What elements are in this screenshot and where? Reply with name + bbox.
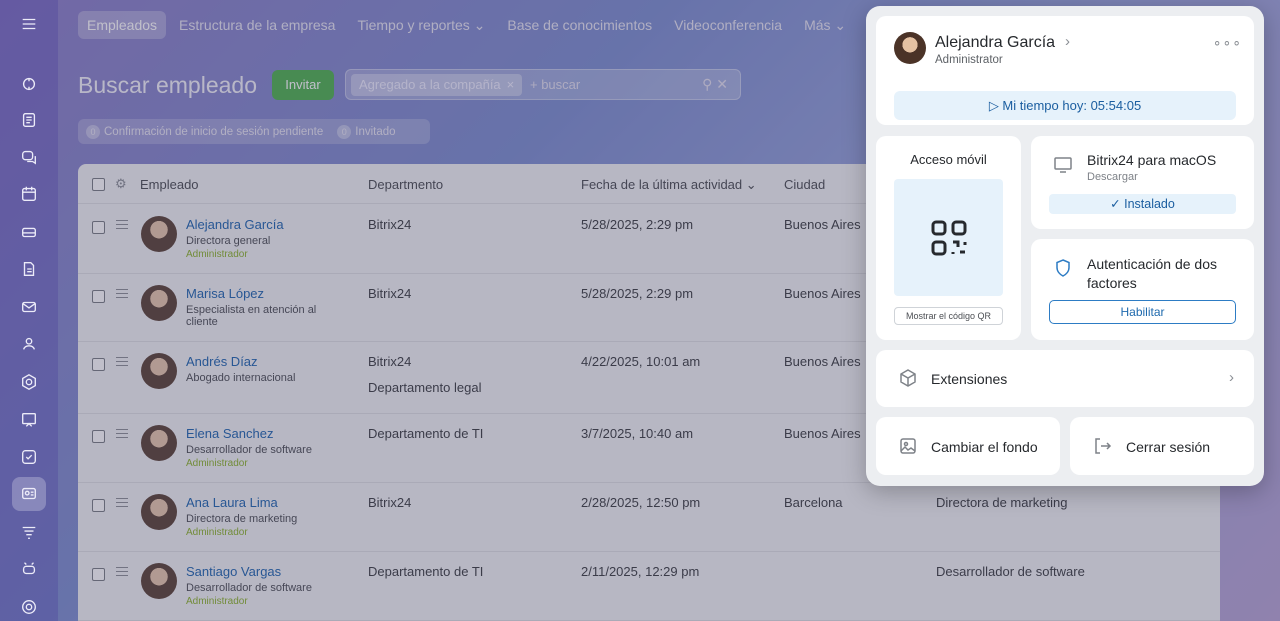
menu-icon[interactable] — [12, 7, 46, 41]
mobile-access-title: Acceso móvil — [910, 152, 987, 167]
logout-button[interactable]: Cerrar sesión — [1070, 417, 1254, 475]
more-options-icon[interactable]: ∘∘∘ — [1213, 34, 1242, 51]
qr-code-icon[interactable] — [894, 179, 1003, 296]
extensions-label: Extensiones — [931, 371, 1008, 387]
monitor-icon — [1053, 155, 1073, 180]
change-background-button[interactable]: Cambiar el fondo — [876, 417, 1060, 475]
tasks-icon[interactable] — [12, 440, 46, 474]
two-factor-card: Autenticación de dos factores Habilitar — [1031, 239, 1254, 340]
profile-name[interactable]: Alejandra García — [935, 34, 1055, 52]
image-icon — [898, 436, 918, 461]
filter-icon[interactable] — [12, 515, 46, 549]
avatar[interactable] — [894, 32, 926, 64]
feed-icon[interactable] — [12, 103, 46, 137]
bot-icon[interactable] — [12, 552, 46, 586]
settings-icon[interactable] — [12, 590, 46, 621]
profile-role: Administrator — [935, 54, 1003, 66]
employees-icon[interactable] — [12, 477, 46, 511]
macos-app-card: Bitrix24 para macOS Descargar ✓ Instalad… — [1031, 136, 1254, 229]
logout-icon — [1092, 436, 1112, 461]
activity-icon[interactable] — [12, 67, 46, 101]
drive-icon[interactable] — [12, 215, 46, 249]
presentation-icon[interactable] — [12, 403, 46, 437]
chevron-right-icon: › — [1229, 369, 1234, 386]
package-icon — [898, 368, 918, 393]
calendar-icon[interactable] — [12, 177, 46, 211]
documents-icon[interactable] — [12, 252, 46, 286]
profile-header-card: Alejandra García › Administrator ∘∘∘ ▷ M… — [876, 16, 1254, 125]
left-rail — [0, 0, 58, 621]
logout-label: Cerrar sesión — [1126, 439, 1211, 455]
macos-title: Bitrix24 para macOS — [1087, 152, 1217, 168]
installed-badge: ✓ Instalado — [1049, 194, 1236, 214]
shield-icon — [1053, 258, 1073, 283]
extensions-item[interactable]: Extensiones › — [876, 350, 1254, 407]
work-time-button[interactable]: ▷ Mi tiempo hoy: 05:54:05 — [894, 91, 1236, 120]
mobile-access-card: Acceso móvil Mostrar el código QR — [876, 136, 1021, 340]
chat-icon[interactable] — [12, 140, 46, 174]
two-factor-title: Autenticación de dos factores — [1087, 256, 1217, 291]
show-qr-button[interactable]: Mostrar el código QR — [894, 307, 1003, 325]
hexagon-icon[interactable] — [12, 365, 46, 399]
profile-panel: Alejandra García › Administrator ∘∘∘ ▷ M… — [866, 6, 1264, 486]
chevron-right-icon[interactable]: › — [1065, 33, 1070, 50]
contacts-icon[interactable] — [12, 327, 46, 361]
macos-download-link[interactable]: Descargar — [1087, 171, 1138, 183]
mail-icon[interactable] — [12, 290, 46, 324]
enable-2fa-button[interactable]: Habilitar — [1049, 300, 1236, 324]
change-background-label: Cambiar el fondo — [931, 439, 1038, 455]
